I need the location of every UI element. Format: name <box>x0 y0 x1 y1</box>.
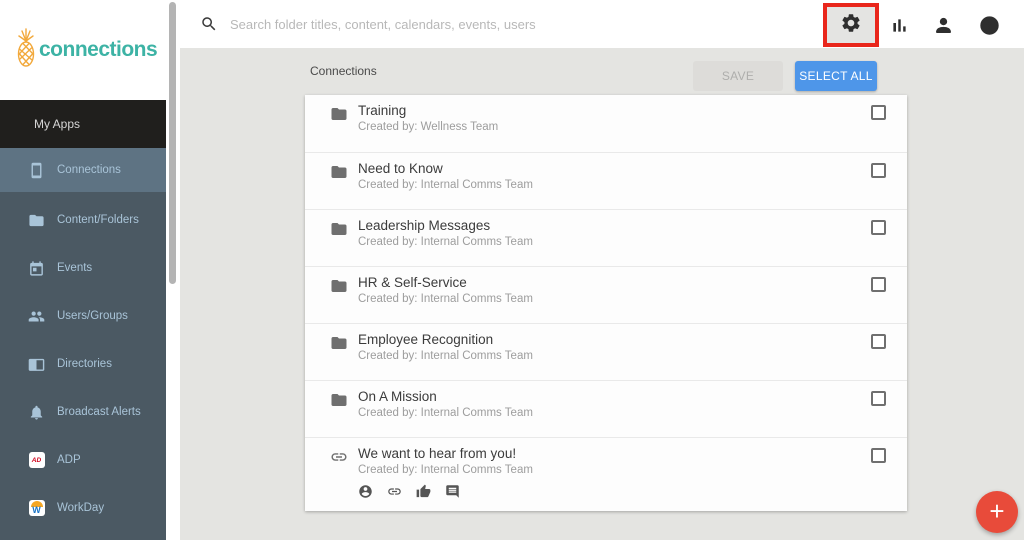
sidebar-item-label: Directories <box>57 358 112 370</box>
sidebar-scrollbar-thumb[interactable] <box>169 2 176 284</box>
row-title: Training <box>358 103 407 118</box>
list-item-we-want-to-hear[interactable]: We want to hear from you! Created by: In… <box>305 437 907 511</box>
main-area: ? Connections SAVE SELECT ALL Training C… <box>180 0 1024 540</box>
folder-icon <box>28 212 45 229</box>
help-icon[interactable]: ? <box>978 14 1000 36</box>
sidebar-item-users-groups[interactable]: Users/Groups <box>0 292 166 340</box>
plus-icon: + <box>989 496 1005 526</box>
account-icon[interactable] <box>358 484 373 504</box>
row-checkbox[interactable] <box>871 277 886 292</box>
settings-highlight-box[interactable] <box>823 3 879 47</box>
sidebar-scrollbar-track[interactable] <box>166 0 180 540</box>
search-icon[interactable] <box>200 15 218 33</box>
folder-icon <box>330 334 348 352</box>
list-item-need-to-know[interactable]: Need to Know Created by: Internal Comms … <box>305 152 907 209</box>
folder-icon <box>330 391 348 409</box>
sidebar-item-label: WorkDay <box>57 502 105 514</box>
sidebar-item-label: Content/Folders <box>57 214 139 226</box>
sidebar-item-directories[interactable]: Directories <box>0 340 166 388</box>
sidebar-item-label: Users/Groups <box>57 310 128 322</box>
page-title: Connections <box>310 64 377 78</box>
folder-icon <box>330 163 348 181</box>
row-checkbox[interactable] <box>871 334 886 349</box>
sidebar-item-label: Broadcast Alerts <box>57 406 141 418</box>
row-subtitle: Created by: Wellness Team <box>358 121 499 133</box>
svg-text:?: ? <box>986 20 992 32</box>
comment-icon[interactable] <box>445 484 460 504</box>
row-action-icons <box>358 484 460 504</box>
adp-logo-icon: AD <box>28 452 45 469</box>
settings-gear-icon[interactable] <box>840 12 862 39</box>
search-input[interactable] <box>230 10 670 38</box>
sidebar-item-events[interactable]: Events <box>0 244 166 292</box>
row-checkbox[interactable] <box>871 391 886 406</box>
row-subtitle: Created by: Internal Comms Team <box>358 179 533 191</box>
row-title: On A Mission <box>358 389 437 404</box>
row-subtitle: Created by: Internal Comms Team <box>358 350 533 362</box>
sidebar-item-workday[interactable]: W WorkDay <box>0 484 166 532</box>
add-fab-button[interactable]: + <box>976 491 1018 533</box>
content-area: Connections SAVE SELECT ALL Training Cre… <box>180 48 1024 540</box>
list-item-hr-self-service[interactable]: HR & Self-Service Created by: Internal C… <box>305 266 907 323</box>
list-item-on-a-mission[interactable]: On A Mission Created by: Internal Comms … <box>305 380 907 437</box>
list-item-employee-recognition[interactable]: Employee Recognition Created by: Interna… <box>305 323 907 380</box>
row-title: HR & Self-Service <box>358 275 467 290</box>
link-icon[interactable] <box>387 484 402 504</box>
row-checkbox[interactable] <box>871 448 886 463</box>
link-icon <box>330 448 348 466</box>
sidebar-nav: Content/Folders Events Users/Groups Dire… <box>0 196 166 532</box>
row-subtitle: Created by: Internal Comms Team <box>358 464 533 476</box>
folder-icon <box>330 277 348 295</box>
person-icon[interactable] <box>932 14 954 36</box>
calendar-icon <box>28 260 45 277</box>
row-title: We want to hear from you! <box>358 446 517 461</box>
folder-icon <box>330 220 348 238</box>
folder-icon <box>330 105 348 123</box>
row-checkbox[interactable] <box>871 220 886 235</box>
people-icon <box>28 308 45 325</box>
logo-wordmark: connections <box>39 38 158 61</box>
thumbs-up-icon[interactable] <box>416 484 431 504</box>
select-all-button[interactable]: SELECT ALL <box>795 61 877 91</box>
sidebar-item-label: Events <box>57 262 93 274</box>
sidebar: connections My Apps Connections Content/… <box>0 0 166 540</box>
folder-list-card: Training Created by: Wellness Team Need … <box>305 95 907 511</box>
sidebar-item-connections[interactable]: Connections <box>0 148 166 192</box>
save-button[interactable]: SAVE <box>693 61 783 91</box>
row-subtitle: Created by: Internal Comms Team <box>358 293 533 305</box>
list-item-training[interactable]: Training Created by: Wellness Team <box>305 95 907 152</box>
my-apps-label: My Apps <box>34 117 81 131</box>
row-subtitle: Created by: Internal Comms Team <box>358 407 533 419</box>
workday-logo-icon: W <box>28 500 45 517</box>
bar-chart-icon[interactable] <box>888 14 910 36</box>
content-header: Connections SAVE SELECT ALL <box>180 48 1024 95</box>
row-subtitle: Created by: Internal Comms Team <box>358 236 533 248</box>
my-apps-header: My Apps <box>0 100 166 148</box>
smartphone-icon <box>28 162 45 179</box>
sidebar-item-content-folders[interactable]: Content/Folders <box>0 196 166 244</box>
sidebar-item-broadcast-alerts[interactable]: Broadcast Alerts <box>0 388 166 436</box>
directory-icon <box>28 356 45 373</box>
pineapple-logo-icon <box>15 27 37 73</box>
sidebar-item-label: ADP <box>57 454 81 466</box>
sidebar-item-adp[interactable]: AD ADP <box>0 436 166 484</box>
bell-icon <box>28 404 45 421</box>
row-title: Leadership Messages <box>358 218 491 233</box>
row-title: Need to Know <box>358 161 443 176</box>
sidebar-item-label: Connections <box>57 164 121 176</box>
app-logo[interactable]: connections <box>0 0 166 100</box>
row-title: Employee Recognition <box>358 332 494 347</box>
row-checkbox[interactable] <box>871 105 886 120</box>
app-window: connections My Apps Connections Content/… <box>0 0 1024 540</box>
row-checkbox[interactable] <box>871 163 886 178</box>
list-item-leadership-messages[interactable]: Leadership Messages Created by: Internal… <box>305 209 907 266</box>
top-bar: ? <box>180 0 1024 48</box>
